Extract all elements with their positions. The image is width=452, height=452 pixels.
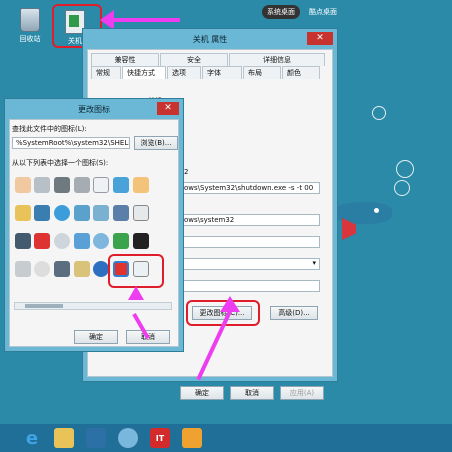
window-title-bar: 关机 属性 ✕ [83,29,337,49]
puzzle-icon[interactable] [182,428,202,448]
search-icon[interactable] [93,233,110,249]
monitor-small-icon[interactable] [54,261,71,277]
tabs-row-2: 常规 快捷方式 选项 字体 布局 颜色 [88,66,332,79]
tab-security[interactable]: 安全 [160,53,228,66]
pink-arrowhead-2 [220,296,240,312]
recycle-bin-label: 回收站 [19,35,41,43]
browse-button[interactable]: 浏览(B)... [134,136,178,150]
start-in-field[interactable]: ows\system32 [180,214,320,226]
clock-icon[interactable] [93,177,110,193]
recycle-bin-icon [20,8,40,32]
pink-arrow [108,18,180,22]
scrollbar-thumb[interactable] [25,304,63,308]
app-icon[interactable] [86,428,106,448]
recycle-bin-shortcut[interactable]: 回收站 [12,8,48,44]
target-row-marker: 2 [184,168,189,176]
dialog-title: 更改图标 [78,104,110,114]
apply-button: 应用(A) [280,386,324,400]
blank-icon[interactable] [152,205,169,221]
fish-eye-decoration [374,208,379,213]
tab-colors[interactable]: 颜色 [282,66,320,79]
target-field[interactable]: ows\System32\shutdown.exe -s -t 00 [180,182,320,194]
tab-details[interactable]: 详细信息 [229,53,325,66]
taskbar: e IT [0,424,452,452]
grid-icon[interactable] [73,261,90,277]
comment-field[interactable] [180,280,320,292]
desktop: 系统桌面 酷点桌面 回收站 关机 关机 属性 ✕ 兼容性 安全 详细信息 常规 … [0,0,452,452]
desktop-switcher: 系统桌面 酷点桌面 [262,5,342,19]
arrow-hand-icon[interactable] [132,177,149,193]
image-icon[interactable] [112,205,129,221]
run-mode-select[interactable]: ▾ [180,258,320,270]
dialog-body: 查找此文件中的图标(L): %SystemRoot%\system32\SHEL… [9,119,179,347]
find-label: 查找此文件中的图标(L): [12,125,87,133]
tab-layout[interactable]: 布局 [243,66,281,79]
disk-icon[interactable] [34,261,51,277]
green-arrow-icon[interactable] [112,233,129,249]
monitor-icon[interactable] [112,177,129,193]
delete-icon[interactable] [34,233,51,249]
tab-compatibility[interactable]: 兼容性 [91,53,159,66]
tab-options[interactable]: 选项 [167,66,201,79]
hotkey-field[interactable] [180,236,320,248]
select-label: 从以下列表中选择一个图标(S): [12,159,109,167]
blank-icon[interactable] [152,177,169,193]
doc-icon[interactable] [132,205,149,221]
users-icon[interactable] [73,233,90,249]
network-pc-icon[interactable] [73,205,90,221]
ok-button[interactable]: 确定 [180,386,224,400]
dialog-ok-button[interactable]: 确定 [74,330,118,344]
dialog-title-bar: 更改图标 ✕ [5,99,183,119]
icon-path-field[interactable]: %SystemRoot%\system32\SHELL32. [12,137,130,149]
change-icon-dialog: 更改图标 ✕ 查找此文件中的图标(L): %SystemRoot%\system… [4,98,184,352]
pink-arrowhead-3 [128,286,144,300]
dialog-close-button[interactable]: ✕ [157,102,179,115]
tabs-row-1: 兼容性 安全 详细信息 [88,53,332,66]
pen-icon[interactable] [14,261,31,277]
fish-decoration [332,202,392,224]
tab-shortcut[interactable]: 快捷方式 [122,66,166,79]
printer-icon[interactable] [73,177,90,193]
ie-icon[interactable]: e [22,428,42,449]
window-title: 关机 属性 [192,34,228,44]
folder-icon[interactable] [14,205,31,221]
horizontal-scrollbar[interactable] [14,302,172,310]
drive-icon[interactable] [34,177,51,193]
ripple-decoration [372,106,386,120]
mouse-icon[interactable] [54,233,71,249]
hand-icon[interactable] [14,177,31,193]
ripple-decoration [394,180,410,196]
ripple-decoration [396,160,414,178]
window-icon[interactable] [93,205,110,221]
cancel-button[interactable]: 取消 [230,386,274,400]
globe-icon[interactable] [54,205,71,221]
pink-arrowhead [100,10,114,30]
floppy-icon[interactable] [14,233,31,249]
tab-general[interactable]: 常规 [91,66,121,79]
chip-icon[interactable] [54,177,71,193]
tab-font[interactable]: 字体 [202,66,242,79]
it-app-icon[interactable]: IT [150,428,170,448]
tab-system-desktop[interactable]: 系统桌面 [262,5,300,19]
explorer-icon[interactable] [54,428,74,448]
network-icon[interactable] [34,205,51,221]
close-button[interactable]: ✕ [307,32,333,45]
water-drop-icon[interactable] [118,428,138,448]
help-icon[interactable] [93,261,110,277]
terminal-icon[interactable] [132,233,149,249]
advanced-button[interactable]: 高级(D)... [270,306,318,320]
power-icon-highlight [108,254,164,288]
blank-icon[interactable] [152,233,169,249]
tab-kudian-desktop[interactable]: 酷点桌面 [304,5,342,19]
